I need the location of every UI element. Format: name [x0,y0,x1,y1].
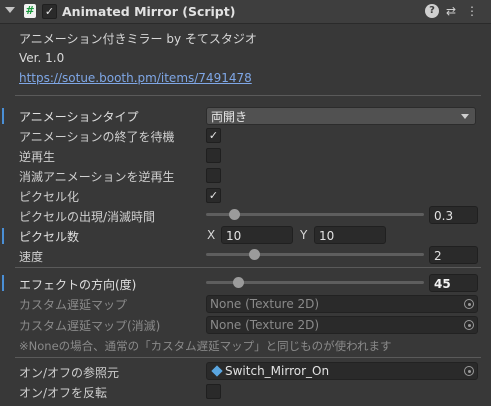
toggle-ref-value: Switch_Mirror_On [225,364,330,378]
wait-end-checkbox[interactable]: ✓ [206,128,221,143]
script-icon: # [24,4,36,18]
presets-icon[interactable]: ⇄ [444,4,458,18]
anim-type-dropdown[interactable]: 両開き [206,107,476,125]
pixel-time-label: ピクセルの出現/消滅時間 [19,210,156,224]
delay-map-hide-label: カスタム遅延マップ(消滅) [19,319,161,333]
separator [15,267,481,268]
help-icon[interactable]: ? [425,4,439,18]
foldout-triangle-icon[interactable] [5,7,15,13]
reverse-checkbox[interactable] [206,148,221,163]
override-marker [2,228,4,244]
object-picker-icon[interactable] [464,299,474,309]
pixelate-label: ピクセル化 [19,190,80,204]
effect-dir-slider-thumb[interactable] [232,277,244,288]
pixel-count-y-field[interactable]: 10 [314,226,386,244]
pixel-count-label: ピクセル数 [19,230,80,244]
delay-map-hide-value: None (Texture 2D) [210,318,320,332]
toggle-invert-label: オン/オフを反転 [19,386,108,400]
speed-slider-track[interactable] [206,253,424,256]
toggle-ref-label: オン/オフの参照元 [19,366,120,380]
pixelate-checkbox[interactable]: ✓ [206,188,221,203]
speed-field[interactable]: 2 [429,246,478,264]
wait-end-label: アニメーションの終了を待機 [19,130,175,144]
object-picker-icon[interactable] [464,320,474,330]
separator [15,95,481,96]
effect-dir-label: エフェクトの方向(度) [19,278,137,292]
version-text: Ver. 1.0 [19,51,65,65]
pixel-count-x-field[interactable]: 10 [221,226,293,244]
delay-map-value: None (Texture 2D) [210,297,320,311]
anim-type-label: アニメーションタイプ [19,110,139,124]
reverse-hide-checkbox[interactable] [206,168,221,183]
gameobject-cube-icon [211,365,223,377]
override-marker [2,275,4,291]
delay-map-field[interactable]: None (Texture 2D) [206,295,478,313]
speed-label: 速度 [19,250,44,264]
object-picker-icon[interactable] [464,366,474,376]
delay-map-label: カスタム遅延マップ [19,298,128,312]
delay-map-note: ※Noneの場合、通常の「カスタム遅延マップ」と同じものが使われます [19,339,392,353]
delay-map-hide-field[interactable]: None (Texture 2D) [206,316,478,334]
override-marker [2,108,4,124]
booth-link[interactable]: https://sotue.booth.pm/items/7491478 [19,71,252,85]
component-enabled-checkbox[interactable]: ✓ [42,4,57,19]
description-text: アニメーション付きミラー by そてスタジオ [19,32,257,46]
chevron-down-icon [461,114,469,119]
speed-slider-thumb[interactable] [249,249,261,260]
pixel-time-slider-thumb[interactable] [228,209,240,220]
toggle-ref-field[interactable]: Switch_Mirror_On [206,362,478,380]
kebab-menu-icon[interactable]: ⋮ [465,4,479,18]
component-header: # ✓ Animated Mirror (Script) ? ⇄ ⋮ [0,0,491,24]
component-title: Animated Mirror (Script) [62,4,236,19]
separator [15,357,481,358]
anim-type-value: 両開き [211,110,248,124]
pixel-count-x-label: X [207,228,216,242]
effect-dir-field[interactable]: 45 [429,274,478,292]
toggle-invert-checkbox[interactable] [206,384,221,399]
reverse-label: 逆再生 [19,150,56,164]
reverse-hide-label: 消滅アニメーションを逆再生 [19,170,175,184]
pixel-count-y-label: Y [300,228,308,242]
pixel-time-field[interactable]: 0.3 [429,206,478,224]
